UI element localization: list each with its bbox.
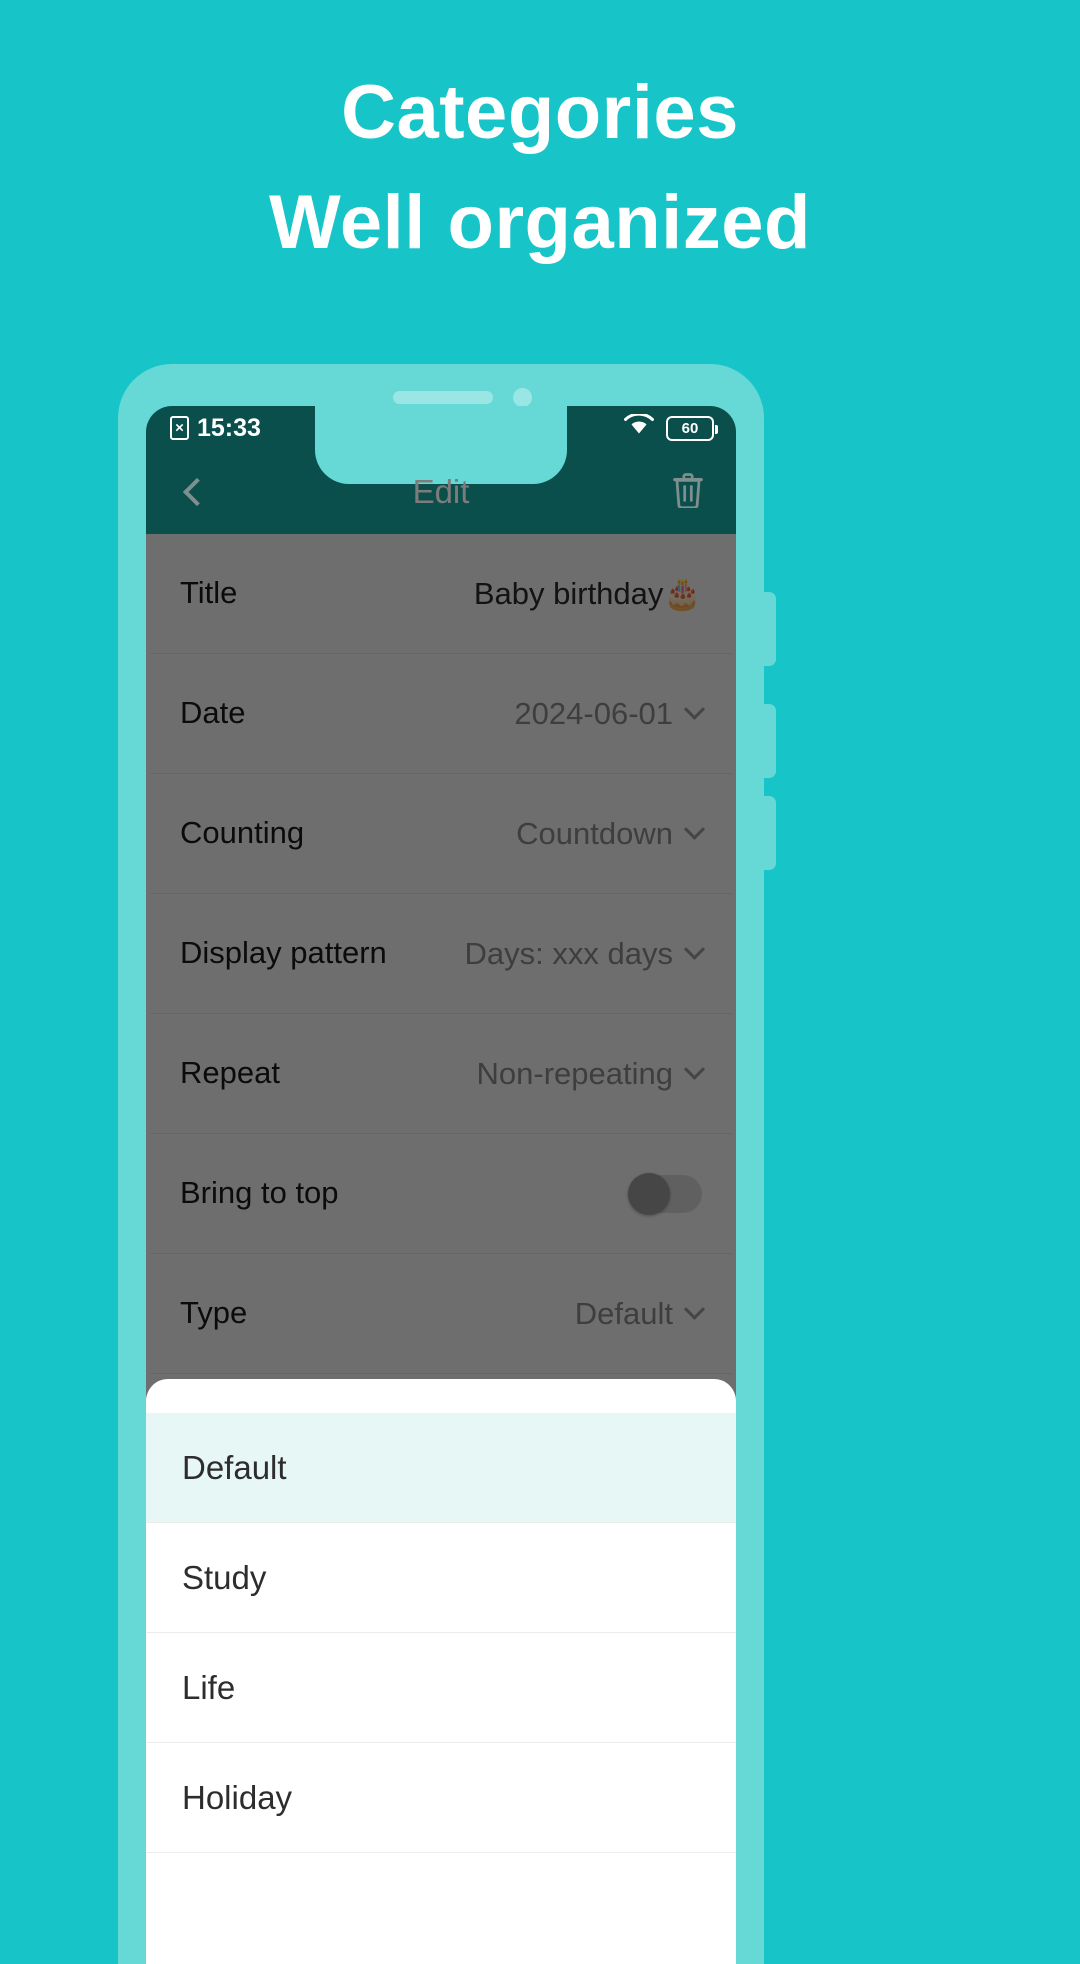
- form-label: Counting: [180, 815, 305, 851]
- form-value-wrap: Days: xxx days: [464, 935, 706, 972]
- form-label: Title: [180, 575, 238, 611]
- page-title: Categories Well organized: [0, 58, 1080, 278]
- sheet-option-default[interactable]: Default: [146, 1413, 736, 1523]
- form-value: 2024-06-01: [514, 695, 673, 731]
- status-bar-left: 15:33: [170, 414, 261, 443]
- form-row-display-pattern[interactable]: Display pattern Days: xxx days: [150, 894, 732, 1014]
- chevron-down-icon: [683, 1058, 706, 1080]
- form-value-wrap: Default: [574, 1295, 706, 1332]
- battery-icon: 60: [666, 415, 718, 441]
- chevron-left-icon: [182, 477, 212, 507]
- trash-icon: [671, 472, 705, 513]
- phone-screen: 15:33 60 Edit: [146, 406, 736, 1964]
- headline-line-1: Categories: [341, 70, 739, 155]
- sheet-option-holiday[interactable]: Holiday: [146, 1743, 736, 1853]
- form-value-wrap: Countdown: [516, 815, 706, 852]
- form-value: Countdown: [516, 815, 673, 851]
- app-bar: Edit: [146, 450, 736, 534]
- form-value: Default: [574, 1295, 673, 1331]
- battery-level-label: 60: [681, 419, 699, 437]
- category-picker-sheet: Default Study Life Holiday: [146, 1379, 736, 1964]
- wifi-icon: [624, 412, 654, 443]
- form-rows: Title Baby birthday🎂 Date 2024-06-01 Cou…: [146, 534, 736, 1494]
- form-value: Baby birthday🎂: [473, 576, 702, 611]
- form-label: Date: [180, 695, 246, 731]
- headline-line-2: Well organized: [269, 180, 811, 266]
- phone-side-button-power: [762, 796, 776, 870]
- chevron-down-icon: [683, 938, 706, 960]
- phone-speaker-slot: [393, 391, 493, 404]
- form-row-type[interactable]: Type Default: [150, 1254, 732, 1374]
- form-row-repeat[interactable]: Repeat Non-repeating: [150, 1014, 732, 1134]
- sheet-option-life[interactable]: Life: [146, 1633, 736, 1743]
- status-bar-right: 60: [624, 412, 718, 443]
- sheet-top-padding: [146, 1379, 736, 1413]
- phone-mockup: 15:33 60 Edit: [118, 364, 776, 1964]
- form-value: Non-repeating: [476, 1055, 673, 1091]
- form-label: Bring to top: [180, 1175, 339, 1211]
- bring-to-top-toggle[interactable]: [628, 1172, 702, 1215]
- chevron-down-icon: [683, 698, 706, 720]
- form-row-counting[interactable]: Counting Countdown: [150, 774, 732, 894]
- status-bar-time: 15:33: [197, 413, 261, 442]
- form-value: Days: xxx days: [464, 935, 673, 971]
- phone-front-camera: [513, 388, 532, 407]
- phone-side-button-volume-up: [762, 592, 776, 666]
- app-bar-title: Edit: [412, 473, 470, 510]
- form-row-bring-to-top[interactable]: Bring to top: [150, 1134, 732, 1254]
- delete-button[interactable]: [666, 470, 710, 514]
- form-label: Type: [180, 1295, 248, 1331]
- form-row-title[interactable]: Title Baby birthday🎂: [150, 534, 732, 654]
- toggle-knob: [628, 1172, 670, 1215]
- chevron-down-icon: [683, 1298, 706, 1320]
- form-row-date[interactable]: Date 2024-06-01: [150, 654, 732, 774]
- sheet-option-study[interactable]: Study: [146, 1523, 736, 1633]
- back-button[interactable]: [172, 470, 216, 514]
- phone-side-button-volume-down: [762, 704, 776, 778]
- sim-card-off-icon: [170, 416, 189, 440]
- form-value-wrap: Non-repeating: [476, 1055, 706, 1092]
- form-label: Repeat: [180, 1055, 280, 1091]
- status-bar: 15:33 60: [146, 406, 736, 450]
- form-label: Display pattern: [180, 935, 387, 971]
- form-value-wrap: 2024-06-01: [514, 695, 706, 732]
- chevron-down-icon: [683, 818, 706, 840]
- edit-form: Title Baby birthday🎂 Date 2024-06-01 Cou…: [146, 534, 736, 1964]
